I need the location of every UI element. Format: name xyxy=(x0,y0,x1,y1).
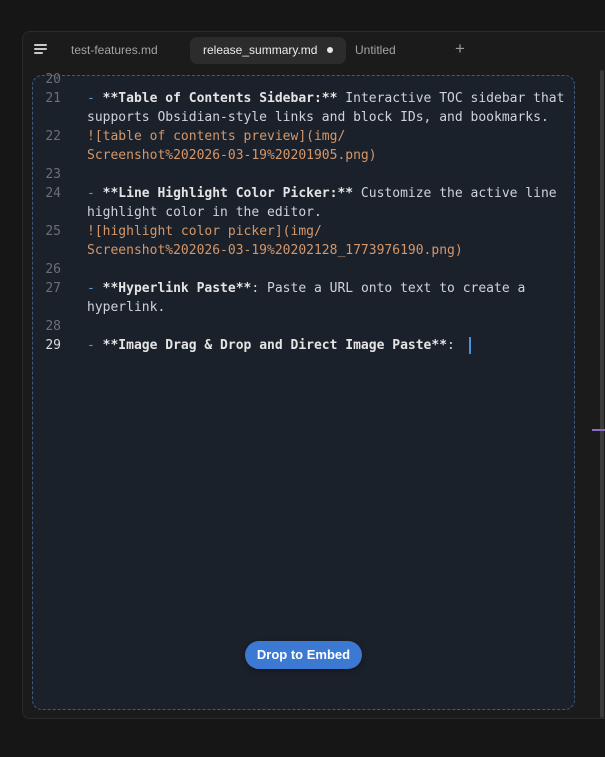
line-text: - **Line Highlight Color Picker:** Custo… xyxy=(87,184,557,203)
line-number: 25 xyxy=(45,224,61,239)
line-text: - **Image Drag & Drop and Direct Image P… xyxy=(87,336,471,355)
editor-line[interactable]: highlight color in the editor. xyxy=(23,203,605,222)
editor-line[interactable]: 26 xyxy=(23,260,605,279)
editor-line[interactable]: 29 - **Image Drag & Drop and Direct Image… xyxy=(23,336,605,355)
vertical-scrollbar[interactable] xyxy=(593,68,605,718)
text-segment: highlight color picker xyxy=(102,224,275,239)
editor-line[interactable]: 20 xyxy=(23,70,605,89)
text-segment: highlight color in the editor. xyxy=(87,205,322,220)
text-segment: **Line Highlight Color Picker:** xyxy=(102,186,354,201)
text-segment: - xyxy=(87,281,103,296)
editor-line[interactable]: 22 ![table of contents preview](img/ xyxy=(23,127,605,146)
tab-bar: test-features.md release_summary.md Unti… xyxy=(23,32,605,68)
editor-line[interactable]: Screenshot%202026-03-19%20201905.png) xyxy=(23,146,605,165)
line-number: 27 xyxy=(45,281,61,296)
text-segment: - xyxy=(87,91,103,106)
scrollbar-thumb[interactable] xyxy=(600,70,604,718)
editor-line[interactable]: hyperlink. xyxy=(23,298,605,317)
text-segment: **Image Drag & Drop and Direct Image Pas… xyxy=(102,338,448,353)
text-segment: ](img/ xyxy=(274,224,322,239)
unsaved-dot-icon xyxy=(327,46,334,53)
drop-to-embed-button[interactable]: Drop to Embed xyxy=(245,641,362,669)
editor-area[interactable]: 20 21 - **Table of Contents Sidebar:** Int… xyxy=(23,68,605,718)
text-segment: hyperlink. xyxy=(87,300,166,315)
line-text: highlight color in the editor. xyxy=(87,203,322,222)
line-text: - **Hyperlink Paste**: Paste a URL onto … xyxy=(87,279,525,298)
text-segment: : xyxy=(447,338,463,353)
text-cursor xyxy=(468,337,471,354)
text-segment: - xyxy=(87,186,103,201)
hamburger-menu-icon[interactable] xyxy=(34,42,48,56)
editor-window: test-features.md release_summary.md Unti… xyxy=(22,31,605,719)
text-segment: Customize the active line xyxy=(353,186,557,201)
text-segment: ](img/ xyxy=(298,129,346,144)
text-segment: Screenshot%202026-03-19%20202128_1773976… xyxy=(87,243,463,258)
line-number: 24 xyxy=(45,186,61,201)
line-text: Screenshot%202026-03-19%20202128_1773976… xyxy=(87,241,463,260)
text-segment: Interactive TOC sidebar that xyxy=(337,91,565,106)
editor-line[interactable]: 21 - **Table of Contents Sidebar:** Inter… xyxy=(23,89,605,108)
line-text: supports Obsidian-style links and block … xyxy=(87,108,549,127)
editor-line[interactable]: 27 - **Hyperlink Paste**: Paste a URL ont… xyxy=(23,279,605,298)
tab-label: release_summary.md xyxy=(203,43,318,57)
line-number: 28 xyxy=(45,319,61,334)
editor-line[interactable]: supports Obsidian-style links and block … xyxy=(23,108,605,127)
text-segment: **Hyperlink Paste** xyxy=(102,281,252,296)
editor-line[interactable]: 23 xyxy=(23,165,605,184)
text-segment: table of contents preview xyxy=(102,129,299,144)
add-tab-button[interactable]: + xyxy=(453,38,467,62)
tab-untitled[interactable]: Untitled xyxy=(342,37,409,64)
line-number: 26 xyxy=(45,262,61,277)
editor-line[interactable]: Screenshot%202026-03-19%20202128_1773976… xyxy=(23,241,605,260)
text-segment: ![ xyxy=(87,224,103,239)
text-segment: - xyxy=(87,338,103,353)
text-segment: Screenshot%202026-03-19%20201905.png) xyxy=(87,148,377,163)
line-text: ![highlight color picker](img/ xyxy=(87,222,322,241)
editor-line[interactable]: 28 xyxy=(23,317,605,336)
text-segment: ![ xyxy=(87,129,103,144)
line-text: ![table of contents preview](img/ xyxy=(87,127,345,146)
cursor-position-marker xyxy=(592,429,605,431)
editor-line[interactable]: 24 - **Line Highlight Color Picker:** Cus… xyxy=(23,184,605,203)
line-number: 23 xyxy=(45,167,61,182)
line-number: 29 xyxy=(45,338,61,353)
line-number: 21 xyxy=(45,91,61,106)
line-number: 22 xyxy=(45,129,61,144)
code-lines: 20 21 - **Table of Contents Sidebar:** Int… xyxy=(23,70,605,355)
line-text: Screenshot%202026-03-19%20201905.png) xyxy=(87,146,377,165)
line-text: hyperlink. xyxy=(87,298,165,317)
tab-release-summary[interactable]: release_summary.md xyxy=(190,37,347,64)
text-segment: : Paste a URL onto text to create a xyxy=(251,281,526,296)
tab-test-features[interactable]: test-features.md xyxy=(58,37,171,64)
tab-label: test-features.md xyxy=(71,43,158,57)
tab-label: Untitled xyxy=(355,43,396,57)
text-segment: supports Obsidian-style links and block … xyxy=(87,110,549,125)
line-number: 20 xyxy=(45,72,61,87)
line-text: - **Table of Contents Sidebar:** Interac… xyxy=(87,89,564,108)
editor-line[interactable]: 25 ![highlight color picker](img/ xyxy=(23,222,605,241)
text-segment: **Table of Contents Sidebar:** xyxy=(102,91,338,106)
